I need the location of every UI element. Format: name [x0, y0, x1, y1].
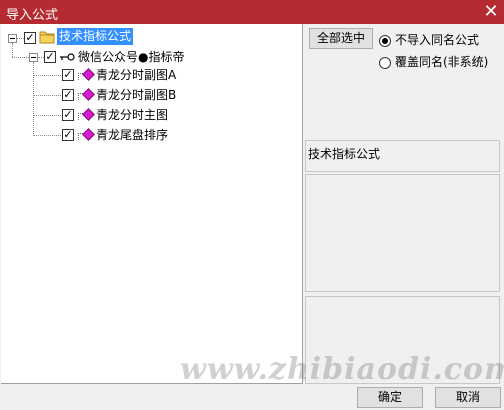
tree-item-label[interactable]: 青龙尾盘排序 — [96, 127, 168, 144]
radio-label: 不导入同名公式 — [395, 33, 480, 47]
select-all-button[interactable]: 全部选中 — [309, 28, 373, 49]
info-title-box: 技术指标公式 — [305, 140, 500, 172]
radio-selected-icon[interactable] — [379, 34, 391, 47]
folder-icon — [39, 31, 55, 44]
tree-line — [33, 135, 61, 136]
radio-label: 覆盖同名(非系统) — [395, 55, 489, 69]
radio-overwrite[interactable]: 覆盖同名(非系统) — [379, 53, 488, 70]
title-bar: 导入公式 ✕ — [0, 0, 504, 24]
close-icon[interactable]: ✕ — [481, 2, 501, 22]
tree-item-label[interactable]: 青龙分时副图B — [96, 87, 176, 104]
key-icon — [60, 53, 75, 61]
item-checkbox[interactable]: ✓ — [62, 89, 74, 101]
group-label[interactable]: 微信公众号●指标帝 — [78, 49, 184, 66]
item-checkbox[interactable]: ✓ — [62, 69, 74, 81]
group-checkbox[interactable]: ✓ — [44, 51, 56, 63]
window-title: 导入公式 — [6, 8, 59, 23]
root-checkbox[interactable]: ✓ — [24, 32, 36, 44]
ok-button[interactable]: 确定 — [357, 387, 423, 408]
cancel-button[interactable]: 取消 — [435, 387, 501, 408]
root-label[interactable]: 技术指标公式 — [57, 28, 134, 45]
info-description-box — [305, 174, 500, 292]
info-title: 技术指标公式 — [308, 147, 381, 161]
tree-line — [17, 38, 24, 39]
radio-unselected-icon[interactable] — [379, 56, 391, 69]
formula-tree[interactable]: ✓ 技术指标公式 ✓ 微信公众号●指标帝 ✓ 青龙分时副图A ✓ 青龙分时副图B… — [1, 24, 303, 384]
watermark-text: www.zhibiaodi.com — [180, 352, 504, 387]
group-collapse-icon[interactable] — [29, 53, 38, 62]
tree-line — [33, 75, 61, 76]
radio-skip-duplicates[interactable]: 不导入同名公式 — [379, 31, 479, 48]
tree-line — [12, 43, 13, 57]
tree-line — [33, 62, 34, 136]
tree-item-label[interactable]: 青龙分时主图 — [96, 107, 168, 124]
item-checkbox[interactable]: ✓ — [62, 109, 74, 121]
options-panel: 全部选中 不导入同名公式 覆盖同名(非系统) 技术指标公式 — [304, 24, 502, 384]
root-collapse-icon[interactable] — [8, 34, 17, 43]
tree-line — [33, 115, 61, 116]
tree-line — [33, 95, 61, 96]
item-checkbox[interactable]: ✓ — [62, 129, 74, 141]
tree-line — [12, 57, 29, 58]
tree-item-label[interactable]: 青龙分时副图A — [96, 67, 176, 84]
